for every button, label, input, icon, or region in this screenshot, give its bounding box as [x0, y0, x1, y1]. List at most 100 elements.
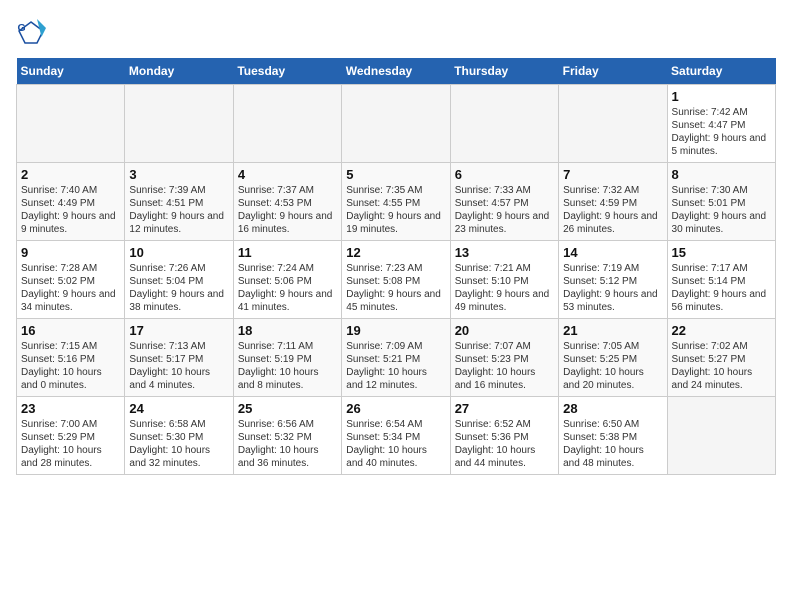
day-number: 25 — [238, 401, 337, 416]
day-number: 18 — [238, 323, 337, 338]
calendar-week: 16 Sunrise: 7:15 AM Sunset: 5:16 PM Dayli… — [17, 319, 776, 397]
calendar-cell: 7 Sunrise: 7:32 AM Sunset: 4:59 PM Daylig… — [559, 163, 667, 241]
logo-icon: G — [16, 16, 46, 46]
day-number: 7 — [563, 167, 662, 182]
day-info: Sunrise: 7:15 AM Sunset: 5:16 PM Dayligh… — [21, 340, 120, 392]
day-info: Sunrise: 7:00 AM Sunset: 5:29 PM Dayligh… — [21, 418, 120, 470]
day-info: Sunrise: 6:58 AM Sunset: 5:30 PM Dayligh… — [129, 418, 228, 470]
day-number: 3 — [129, 167, 228, 182]
calendar-cell: 25 Sunrise: 6:56 AM Sunset: 5:32 PM Dayli… — [233, 397, 341, 475]
header-row: SundayMondayTuesdayWednesdayThursdayFrid… — [17, 58, 776, 85]
calendar-cell — [667, 397, 775, 475]
day-info: Sunrise: 7:42 AM Sunset: 4:47 PM Dayligh… — [672, 106, 771, 158]
calendar-week: 2Sunrise: 7:40 AM Sunset: 4:49 PM Daylig… — [17, 163, 776, 241]
day-number: 26 — [346, 401, 445, 416]
calendar-cell: 20 Sunrise: 7:07 AM Sunset: 5:23 PM Dayli… — [450, 319, 558, 397]
calendar-cell: 2Sunrise: 7:40 AM Sunset: 4:49 PM Daylig… — [17, 163, 125, 241]
day-info: Sunrise: 6:50 AM Sunset: 5:38 PM Dayligh… — [563, 418, 662, 470]
day-info: Sunrise: 7:28 AM Sunset: 5:02 PM Dayligh… — [21, 262, 120, 314]
calendar-cell: 22Sunrise: 7:02 AM Sunset: 5:27 PM Dayli… — [667, 319, 775, 397]
calendar-cell: 14 Sunrise: 7:19 AM Sunset: 5:12 PM Dayli… — [559, 241, 667, 319]
calendar-cell: 9 Sunrise: 7:28 AM Sunset: 5:02 PM Daylig… — [17, 241, 125, 319]
calendar-cell: 11 Sunrise: 7:24 AM Sunset: 5:06 PM Dayli… — [233, 241, 341, 319]
day-number: 19 — [346, 323, 445, 338]
day-info: Sunrise: 6:52 AM Sunset: 5:36 PM Dayligh… — [455, 418, 554, 470]
day-number: 11 — [238, 245, 337, 260]
header-day: Wednesday — [342, 58, 450, 85]
calendar-week: 1 Sunrise: 7:42 AM Sunset: 4:47 PM Daylig… — [17, 85, 776, 163]
day-number: 21 — [563, 323, 662, 338]
day-info: Sunrise: 7:30 AM Sunset: 5:01 PM Dayligh… — [672, 184, 771, 236]
day-info: Sunrise: 7:13 AM Sunset: 5:17 PM Dayligh… — [129, 340, 228, 392]
calendar-cell: 12 Sunrise: 7:23 AM Sunset: 5:08 PM Dayli… — [342, 241, 450, 319]
day-info: Sunrise: 7:05 AM Sunset: 5:25 PM Dayligh… — [563, 340, 662, 392]
calendar-cell: 1 Sunrise: 7:42 AM Sunset: 4:47 PM Daylig… — [667, 85, 775, 163]
calendar-cell: 5 Sunrise: 7:35 AM Sunset: 4:55 PM Daylig… — [342, 163, 450, 241]
calendar-cell — [342, 85, 450, 163]
day-info: Sunrise: 7:33 AM Sunset: 4:57 PM Dayligh… — [455, 184, 554, 236]
calendar-cell — [559, 85, 667, 163]
day-number: 28 — [563, 401, 662, 416]
day-info: Sunrise: 7:02 AM Sunset: 5:27 PM Dayligh… — [672, 340, 771, 392]
calendar-cell: 26 Sunrise: 6:54 AM Sunset: 5:34 PM Dayli… — [342, 397, 450, 475]
day-number: 16 — [21, 323, 120, 338]
day-info: Sunrise: 7:37 AM Sunset: 4:53 PM Dayligh… — [238, 184, 337, 236]
calendar-cell: 8 Sunrise: 7:30 AM Sunset: 5:01 PM Daylig… — [667, 163, 775, 241]
header-day: Saturday — [667, 58, 775, 85]
header-day: Sunday — [17, 58, 125, 85]
day-info: Sunrise: 7:19 AM Sunset: 5:12 PM Dayligh… — [563, 262, 662, 314]
calendar-table: SundayMondayTuesdayWednesdayThursdayFrid… — [16, 58, 776, 475]
day-info: Sunrise: 7:23 AM Sunset: 5:08 PM Dayligh… — [346, 262, 445, 314]
day-number: 5 — [346, 167, 445, 182]
calendar-cell: 13Sunrise: 7:21 AM Sunset: 5:10 PM Dayli… — [450, 241, 558, 319]
calendar-cell: 21 Sunrise: 7:05 AM Sunset: 5:25 PM Dayli… — [559, 319, 667, 397]
day-number: 6 — [455, 167, 554, 182]
header-day: Monday — [125, 58, 233, 85]
day-number: 8 — [672, 167, 771, 182]
day-info: Sunrise: 7:21 AM Sunset: 5:10 PM Dayligh… — [455, 262, 554, 314]
day-number: 24 — [129, 401, 228, 416]
svg-text:G: G — [18, 22, 26, 34]
day-info: Sunrise: 6:54 AM Sunset: 5:34 PM Dayligh… — [346, 418, 445, 470]
header-day: Friday — [559, 58, 667, 85]
calendar-cell: 4 Sunrise: 7:37 AM Sunset: 4:53 PM Daylig… — [233, 163, 341, 241]
calendar-cell — [125, 85, 233, 163]
calendar-cell: 3 Sunrise: 7:39 AM Sunset: 4:51 PM Daylig… — [125, 163, 233, 241]
header-day: Thursday — [450, 58, 558, 85]
day-number: 23 — [21, 401, 120, 416]
day-number: 2 — [21, 167, 120, 182]
day-number: 9 — [21, 245, 120, 260]
day-info: Sunrise: 7:32 AM Sunset: 4:59 PM Dayligh… — [563, 184, 662, 236]
day-info: Sunrise: 7:24 AM Sunset: 5:06 PM Dayligh… — [238, 262, 337, 314]
calendar-cell: 19 Sunrise: 7:09 AM Sunset: 5:21 PM Dayli… — [342, 319, 450, 397]
day-number: 4 — [238, 167, 337, 182]
day-info: Sunrise: 7:17 AM Sunset: 5:14 PM Dayligh… — [672, 262, 771, 314]
calendar-cell: 16 Sunrise: 7:15 AM Sunset: 5:16 PM Dayli… — [17, 319, 125, 397]
day-info: Sunrise: 7:07 AM Sunset: 5:23 PM Dayligh… — [455, 340, 554, 392]
calendar-cell: 24 Sunrise: 6:58 AM Sunset: 5:30 PM Dayli… — [125, 397, 233, 475]
header-day: Tuesday — [233, 58, 341, 85]
calendar-week: 9 Sunrise: 7:28 AM Sunset: 5:02 PM Daylig… — [17, 241, 776, 319]
calendar-cell — [17, 85, 125, 163]
calendar-cell: 28 Sunrise: 6:50 AM Sunset: 5:38 PM Dayli… — [559, 397, 667, 475]
day-info: Sunrise: 7:11 AM Sunset: 5:19 PM Dayligh… — [238, 340, 337, 392]
day-number: 12 — [346, 245, 445, 260]
day-number: 14 — [563, 245, 662, 260]
logo: G — [16, 16, 50, 46]
day-number: 10 — [129, 245, 228, 260]
day-number: 20 — [455, 323, 554, 338]
day-number: 17 — [129, 323, 228, 338]
day-info: Sunrise: 7:39 AM Sunset: 4:51 PM Dayligh… — [129, 184, 228, 236]
calendar-cell: 6 Sunrise: 7:33 AM Sunset: 4:57 PM Daylig… — [450, 163, 558, 241]
day-info: Sunrise: 7:35 AM Sunset: 4:55 PM Dayligh… — [346, 184, 445, 236]
day-info: Sunrise: 7:09 AM Sunset: 5:21 PM Dayligh… — [346, 340, 445, 392]
calendar-cell: 23 Sunrise: 7:00 AM Sunset: 5:29 PM Dayli… — [17, 397, 125, 475]
calendar-cell — [450, 85, 558, 163]
day-info: Sunrise: 6:56 AM Sunset: 5:32 PM Dayligh… — [238, 418, 337, 470]
day-number: 1 — [672, 89, 771, 104]
calendar-cell: 17 Sunrise: 7:13 AM Sunset: 5:17 PM Dayli… — [125, 319, 233, 397]
day-number: 15 — [672, 245, 771, 260]
day-number: 27 — [455, 401, 554, 416]
calendar-cell — [233, 85, 341, 163]
calendar-cell: 27 Sunrise: 6:52 AM Sunset: 5:36 PM Dayli… — [450, 397, 558, 475]
